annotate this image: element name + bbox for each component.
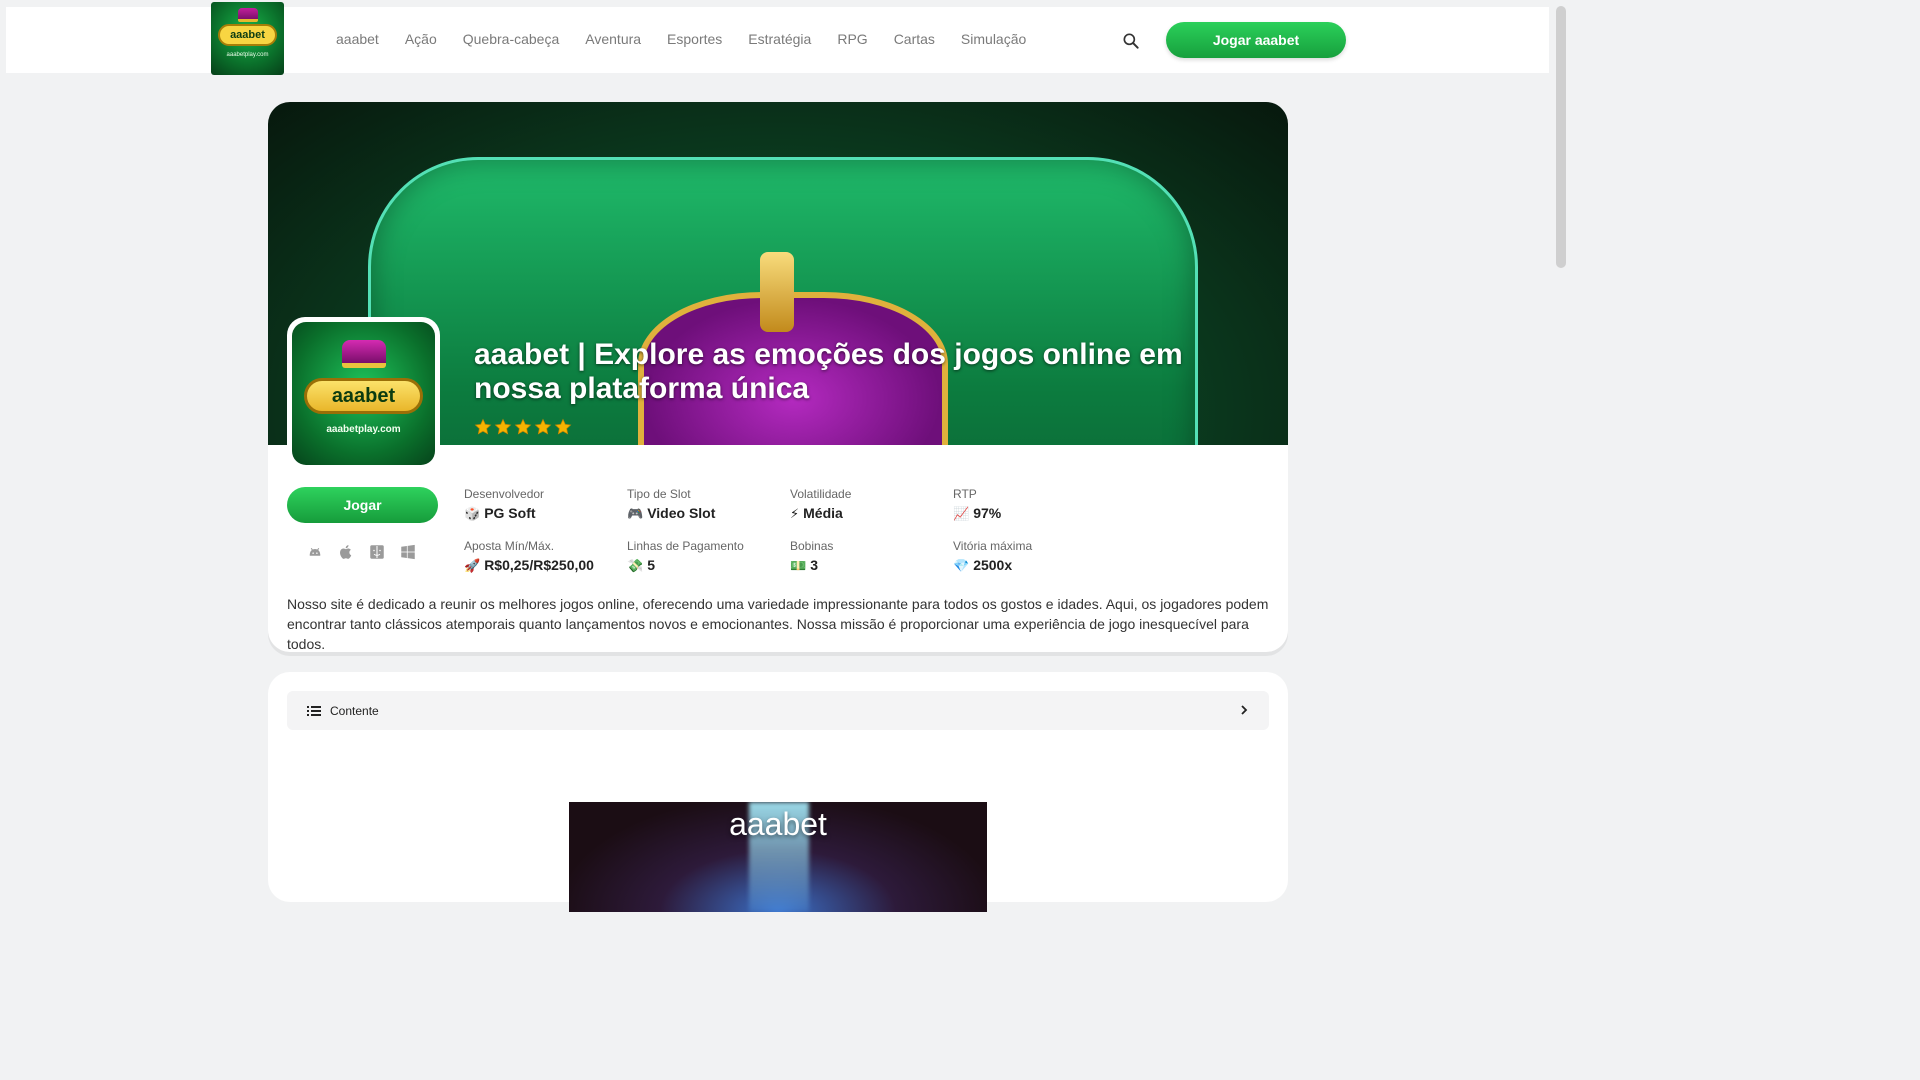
stat-rtp: RTP 📈 97% bbox=[953, 487, 1002, 521]
nav-item-simulacao[interactable]: Simulação bbox=[961, 31, 1026, 47]
list-icon bbox=[307, 705, 321, 716]
nav-item-estrategia[interactable]: Estratégia bbox=[748, 31, 811, 47]
stat-reels: Bobinas 💵 3 bbox=[790, 539, 834, 573]
banknote-icon: 💵 bbox=[790, 558, 807, 573]
promo-image: aaabet bbox=[569, 802, 987, 912]
crown-icon bbox=[238, 8, 258, 22]
platform-list bbox=[306, 543, 417, 561]
app-icon-site: aaabetplay.com bbox=[326, 424, 401, 435]
crown-icon bbox=[342, 340, 386, 368]
stat-paylines: Linhas de Pagamento 💸 5 bbox=[627, 539, 744, 573]
stat-max-win: Vitória máxima 💎 2500x bbox=[953, 539, 1033, 573]
app-icon-text: aaabet bbox=[304, 378, 423, 414]
apple-icon bbox=[337, 543, 355, 561]
play-aaabet-button[interactable]: Jogar aaabet bbox=[1166, 22, 1346, 58]
page-scrollbar[interactable] bbox=[1556, 6, 1566, 268]
logo-text: aaabet bbox=[218, 24, 277, 46]
chart-up-icon: 📈 bbox=[953, 506, 970, 521]
stat-volatility: Volatilidade ⚡ Média bbox=[790, 487, 852, 521]
stat-slot-type: Tipo de Slot 🎮 Video Slot bbox=[627, 487, 716, 521]
nav-item-quebra-cabeca[interactable]: Quebra-cabeça bbox=[463, 31, 560, 47]
star-icon bbox=[534, 418, 552, 435]
windows-icon bbox=[399, 543, 417, 561]
dice-icon: 🎲 bbox=[464, 506, 481, 521]
nav-item-aaabet[interactable]: aaabet bbox=[336, 31, 379, 47]
page-title: aaabet | Explore as emoções dos jogos on… bbox=[474, 338, 1183, 405]
promo-title: aaabet bbox=[729, 806, 827, 842]
game-app-icon: aaabet aaabetplay.com bbox=[287, 317, 440, 470]
star-icon bbox=[474, 418, 492, 435]
money-wings-icon: 💸 bbox=[627, 558, 644, 573]
logo-site: aaabetplay.com bbox=[226, 52, 269, 58]
nav-item-aventura[interactable]: Aventura bbox=[585, 31, 641, 47]
gamepad-icon: 🎮 bbox=[627, 506, 644, 521]
stat-developer: Desenvolvedor 🎲 PG Soft bbox=[464, 487, 545, 521]
mac-finder-icon bbox=[368, 543, 386, 561]
rocket-icon: 🚀 bbox=[464, 558, 481, 573]
nav-item-esportes[interactable]: Esportes bbox=[667, 31, 722, 47]
android-icon bbox=[306, 543, 324, 561]
main-nav: aaabet Ação Quebra-cabeça Aventura Espor… bbox=[336, 31, 1052, 47]
play-button[interactable]: Jogar bbox=[287, 487, 438, 523]
lightning-icon: ⚡ bbox=[790, 506, 800, 521]
content-card: Contente aaabet bbox=[268, 672, 1288, 912]
search-icon[interactable] bbox=[1121, 31, 1141, 51]
toc-label: Contente bbox=[330, 703, 379, 718]
chevron-right-icon[interactable] bbox=[1237, 703, 1251, 717]
star-icon bbox=[494, 418, 512, 435]
nav-item-rpg[interactable]: RPG bbox=[837, 31, 867, 47]
diamond-icon: 💎 bbox=[953, 558, 970, 573]
table-of-contents[interactable]: Contente bbox=[287, 691, 1269, 730]
rating-stars bbox=[474, 418, 572, 436]
stat-bet-range: Aposta Mín/Máx. 🚀 R$0,25/R$250,00 bbox=[464, 539, 594, 573]
nav-item-acao[interactable]: Ação bbox=[405, 31, 437, 47]
nav-item-cartas[interactable]: Cartas bbox=[894, 31, 935, 47]
star-icon bbox=[554, 418, 572, 435]
star-icon bbox=[514, 418, 532, 435]
site-logo[interactable]: aaabet aaabetplay.com bbox=[211, 2, 284, 75]
site-description: Nosso site é dedicado a reunir os melhor… bbox=[287, 596, 1269, 652]
site-header: aaabet aaabetplay.com aaabet Ação Quebra… bbox=[6, 2, 1549, 75]
game-card: aaabet | Explore as emoções dos jogos on… bbox=[268, 102, 1288, 652]
